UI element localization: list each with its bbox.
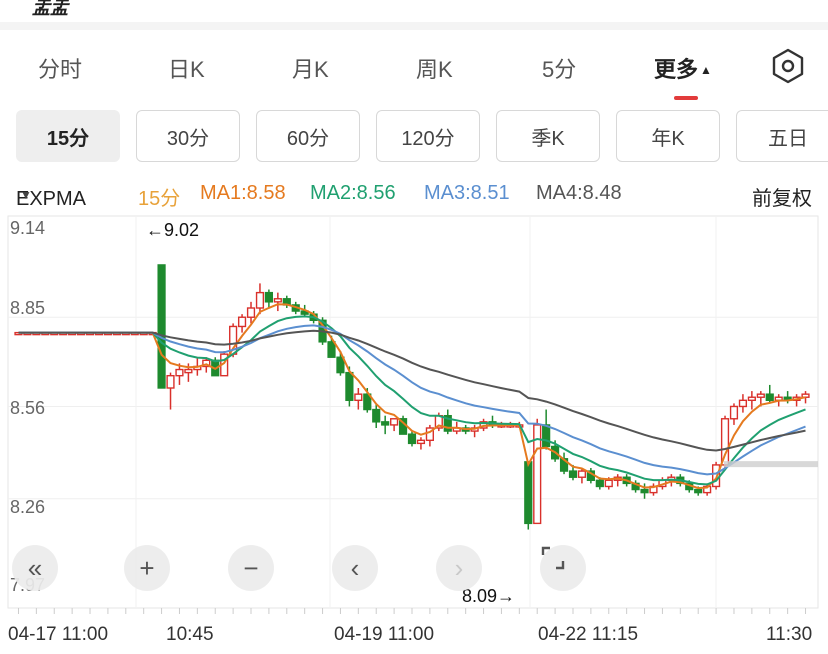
- candle-up: [175, 368, 184, 377]
- top-separator: [0, 22, 828, 30]
- tab-more[interactable]: 更多 ▲: [654, 52, 712, 84]
- tab-more-label: 更多: [654, 57, 699, 82]
- minus-icon: −: [243, 552, 259, 583]
- active-tab-indicator: [674, 96, 698, 100]
- scroll-right-button[interactable]: ›: [436, 545, 482, 591]
- tab-5min[interactable]: 5分: [542, 52, 576, 84]
- x-tick-label: 11:30: [766, 624, 813, 645]
- y-tick-label: 8.85: [10, 298, 46, 318]
- cut-off-title: 盂盂: [32, 0, 68, 18]
- candle-down: [264, 291, 273, 303]
- chevron-right-icon: ›: [454, 552, 464, 583]
- candle-up: [273, 298, 282, 303]
- legend-ma2: MA2:8.56: [310, 182, 396, 204]
- legend-ma4: MA4:8.48: [536, 182, 622, 204]
- legend-period: 15分: [138, 188, 181, 210]
- candle-up: [416, 439, 426, 445]
- adjust-mode[interactable]: 前复权: [752, 182, 812, 211]
- candle-up: [729, 405, 739, 420]
- double-chevron-left-icon: «: [27, 552, 43, 583]
- plot-frame: [7, 215, 819, 609]
- candle-up: [166, 374, 175, 389]
- chip-30min[interactable]: 30分: [136, 110, 240, 162]
- candle-down: [407, 433, 417, 445]
- candle-down: [336, 356, 345, 374]
- chip-60min[interactable]: 60分: [256, 110, 360, 162]
- legend-ma3: MA3:8.51: [424, 182, 510, 204]
- chip-120min[interactable]: 120分: [376, 110, 480, 162]
- candle-down: [640, 488, 649, 494]
- candle-down: [595, 479, 604, 488]
- zoom-out-button[interactable]: −: [228, 545, 274, 591]
- x-tick-label: 04-22 11:15: [538, 624, 639, 645]
- caret-down-icon: ▼: [20, 188, 32, 202]
- candle-down: [524, 461, 533, 525]
- tab-monthly-k[interactable]: 月K: [292, 52, 329, 84]
- y-tick-label: 8.26: [10, 497, 46, 517]
- tab-intraday[interactable]: 分时: [38, 52, 82, 84]
- zoom-in-button[interactable]: +: [124, 545, 170, 591]
- chip-15min[interactable]: 15分: [16, 110, 120, 162]
- fullscreen-corners-icon: [541, 546, 565, 570]
- candle-up: [738, 399, 748, 408]
- candle-down: [157, 264, 166, 389]
- ma3-line: [18, 324, 806, 476]
- jump-to-start-button[interactable]: «: [12, 545, 58, 591]
- candle-up: [390, 418, 399, 426]
- kline-chart[interactable]: 9.14 8.85 8.56 8.26 7.97 ←9.02 8.09→ 04-…: [0, 210, 828, 654]
- low-price-annotation: 8.09→: [462, 586, 516, 606]
- candle-down: [372, 408, 381, 423]
- settings-hexagon-icon[interactable]: [770, 48, 806, 84]
- high-price-annotation: ←9.02: [146, 220, 200, 240]
- tab-daily-k[interactable]: 日K: [168, 52, 205, 84]
- legend-ma1: MA1:8.58: [200, 182, 286, 204]
- candle-up: [184, 368, 193, 374]
- candle-down: [381, 421, 390, 426]
- y-tick-label: 9.14: [10, 218, 46, 238]
- top-strip: 盂盂: [0, 0, 828, 22]
- indicator-legend: EXPMA ▼ 15分 MA1:8.58 MA2:8.56 MA3:8.51 MA…: [0, 176, 828, 210]
- candle-down: [568, 470, 578, 478]
- x-tick-label: 04-19 11:00: [334, 624, 435, 645]
- interval-chips: 15分 30分 60分 120分 季K 年K 五日: [0, 110, 828, 164]
- candle-up: [747, 396, 756, 402]
- candle-up: [720, 418, 730, 466]
- candle-down: [694, 488, 703, 494]
- ma2-line: [18, 315, 806, 486]
- x-tick-label: 04-17 11:00: [8, 624, 109, 645]
- caret-up-icon: ▲: [700, 63, 712, 77]
- chip-yearly-k[interactable]: 年K: [616, 110, 720, 162]
- candle-up: [756, 393, 765, 398]
- candle-up: [604, 479, 613, 488]
- candle-down: [765, 393, 774, 402]
- candle-up: [255, 291, 265, 309]
- fullscreen-button[interactable]: [540, 545, 586, 591]
- candle-up: [354, 393, 363, 402]
- candle-up: [237, 316, 247, 328]
- period-tabs: 分时 日K 月K 周K 5分 更多 ▲: [0, 30, 828, 106]
- candle-up: [577, 470, 587, 478]
- candle-down: [327, 341, 336, 358]
- chevron-left-icon: ‹: [350, 552, 360, 583]
- tab-weekly-k[interactable]: 周K: [416, 52, 453, 84]
- candle-down: [542, 424, 551, 448]
- y-tick-label: 8.56: [10, 398, 46, 418]
- plus-icon: +: [139, 552, 155, 583]
- kline-chart-svg: [7, 215, 819, 614]
- chip-five-day[interactable]: 五日: [736, 110, 828, 162]
- candle-up: [246, 307, 256, 318]
- candle-down: [345, 371, 354, 402]
- chip-quarterly-k[interactable]: 季K: [496, 110, 600, 162]
- scroll-left-button[interactable]: ‹: [332, 545, 378, 591]
- x-tick-label: 10:45: [166, 624, 214, 645]
